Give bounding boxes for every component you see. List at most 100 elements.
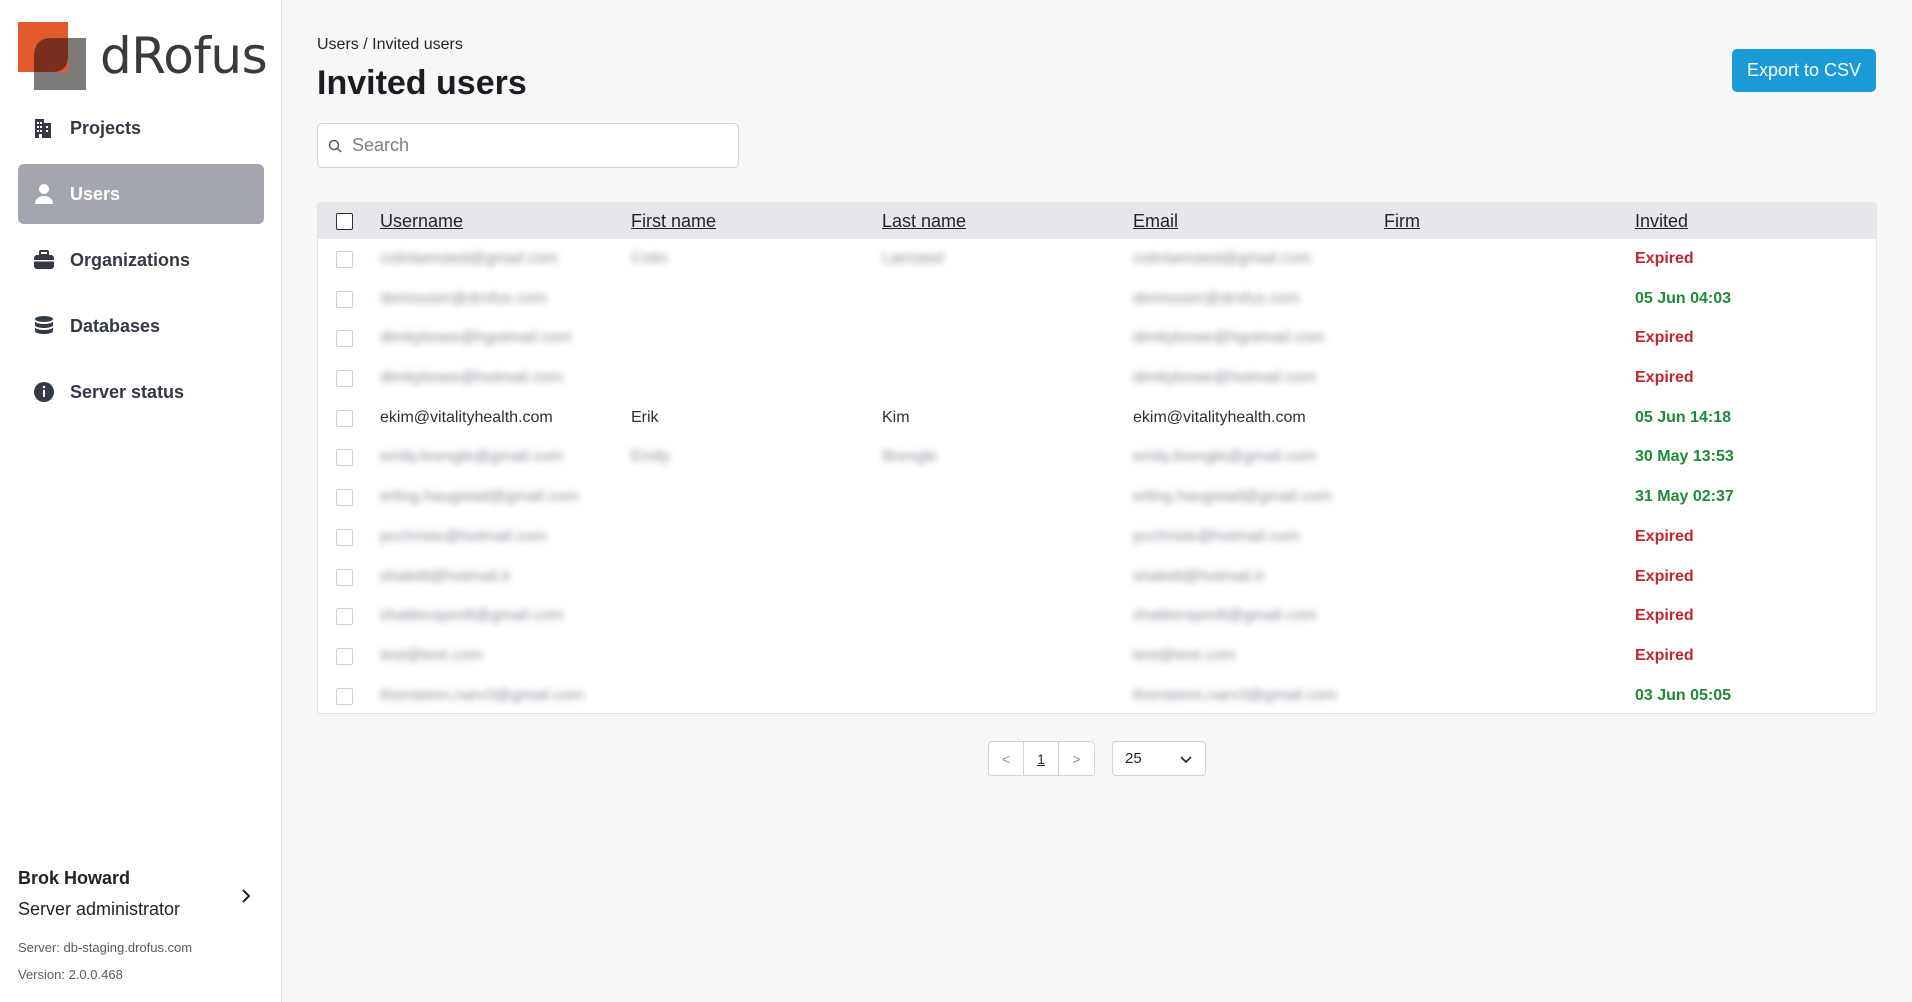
cell-username: test@test.com [380,646,483,664]
select-all-checkbox[interactable] [336,213,353,230]
user-name: Brok Howard [18,868,131,888]
cell-email: colinlamsted@gmail.com [1133,250,1312,267]
row-checkbox[interactable] [336,251,353,268]
sidebar-item-organizations[interactable]: Organizations [18,230,264,290]
cell-invited: 05 Jun 04:03 [1635,289,1732,307]
cell-email: dimitybowe@hotmail.com [1133,369,1316,387]
sidebar-item-users[interactable]: Users [18,164,264,224]
cell-email: dimitybowe@hgotmail.com [1133,329,1325,347]
prev-page-button[interactable]: < [989,742,1024,775]
info-icon [32,380,56,404]
cell-email: thorsteinn.narv3@gmail.com [1133,686,1337,704]
row-checkbox[interactable] [336,528,353,546]
cell-last-name: Brengle [882,448,938,466]
cell-invited: Expired [1635,646,1694,664]
search-box [317,123,739,168]
row-checkbox[interactable] [336,290,353,308]
row-checkbox[interactable] [336,370,353,388]
page-number-button[interactable]: 1 [1024,742,1059,775]
sidebar-item-databases[interactable]: Databases [18,296,264,356]
cell-email: demouser@drofus.com [1133,289,1300,307]
cell-username: emily.brengle@gmail.com [380,448,564,466]
cell-username: dimitybowe@hotmail.com [380,369,563,387]
export-csv-button[interactable]: Export to CSV [1732,49,1876,92]
cell-invited: 03 Jun 05:05 [1635,686,1732,704]
sidebar-item-label: Organizations [70,249,191,270]
table-body: colinlamsted@gmail.com Colin Lamsted colinl… [318,239,1876,713]
cell-invited: Expired [1635,250,1694,267]
row-checkbox[interactable] [336,687,353,705]
briefcase-icon [32,248,56,272]
sidebar-item-label: Users [70,183,121,204]
cell-invited: 05 Jun 14:18 [1635,408,1732,426]
table-row[interactable]: shaleitl@hotmail.it shaleitl@hotmail.it Ex… [318,557,1876,597]
page-size-select[interactable]: 25 [1112,741,1206,776]
table-row[interactable]: test@test.com test@test.com Expired [318,636,1876,676]
table-row[interactable]: ekim@vitalityhealth.com Erik Kim ekim@vital… [318,398,1876,438]
drofus-logo[interactable]: dRofus [18,22,268,90]
cell-username: thorsteinn.narv3@gmail.com [380,686,584,704]
cell-first-name: Emily [631,448,671,466]
table-row[interactable]: shaliterayesft@gmail.com shaliterayesft@g… [318,596,1876,636]
server-info: Server: db-staging.drofus.com [18,940,193,955]
cell-email: ekim@vitalityhealth.com [1133,408,1306,426]
sidebar-item-projects[interactable]: Projects [18,98,264,158]
cell-username: shaleitl@hotmail.it [380,567,511,585]
cell-invited: Expired [1635,369,1694,387]
row-checkbox[interactable] [336,449,353,467]
cell-username: shaliterayesft@gmail.com [380,607,564,625]
next-page-button[interactable]: > [1059,742,1094,775]
cell-first-name: Colin [631,250,668,267]
table-row[interactable]: colinlamsted@gmail.com Colin Lamsted colinl… [318,239,1876,279]
chevron-right-icon[interactable] [236,886,256,906]
cell-email: erling.haugstad@gmail.com [1133,488,1332,506]
table-row[interactable]: demouser@drofus.com demouser@drofus.com 05… [318,279,1876,319]
column-header-last-name[interactable]: Last name [882,211,966,232]
building-icon [32,116,56,140]
cell-email: emily.brengle@gmail.com [1133,448,1317,466]
column-header-firm[interactable]: Firm [1384,211,1420,232]
current-user-menu[interactable]: Brok Howard Server administrator [18,868,264,920]
table-row[interactable]: pcchriste@hotmail.com pcchriste@hotmail.c… [318,517,1876,557]
cell-invited: Expired [1635,329,1694,347]
user-role: Server administrator [18,899,181,919]
sidebar-item-label: Server status [70,381,185,402]
cell-email: shaleitl@hotmail.it [1133,567,1264,585]
row-checkbox[interactable] [336,647,353,665]
cell-username: ekim@vitalityhealth.com [380,408,553,426]
row-checkbox[interactable] [336,330,353,348]
cell-invited: Expired [1635,567,1694,585]
search-input[interactable] [352,135,722,156]
table-row[interactable]: dimitybowe@hgotmail.com dimitybowe@hgotma… [318,318,1876,358]
cell-email: shaliterayesft@gmail.com [1133,607,1317,625]
logo-mark-icon [18,22,86,90]
column-header-first-name[interactable]: First name [631,211,716,232]
page-title: Invited users [317,64,527,102]
cell-email: test@test.com [1133,646,1236,664]
column-header-invited[interactable]: Invited [1635,211,1688,232]
sidebar-item-server-status[interactable]: Server status [18,362,264,422]
table-row[interactable]: dimitybowe@hotmail.com dimitybowe@hotmail… [318,358,1876,398]
table-row[interactable]: erling.haugstad@gmail.com erling.haugstad… [318,477,1876,517]
cell-username: pcchriste@hotmail.com [380,527,547,545]
pagination: < 1 > [988,741,1095,776]
cell-username: demouser@drofus.com [380,289,547,307]
row-checkbox[interactable] [336,409,353,427]
row-checkbox[interactable] [336,608,353,626]
sidebar: dRofus Projects Users Organizations Data… [0,0,282,1002]
row-checkbox[interactable] [336,489,353,507]
cell-invited: Expired [1635,527,1694,545]
column-header-username[interactable]: Username [380,211,463,232]
breadcrumb: Users / Invited users [317,36,463,53]
cell-invited: 30 May 13:53 [1635,448,1734,466]
table-row[interactable]: emily.brengle@gmail.com Emily Brengle emily… [318,437,1876,477]
table-row[interactable]: thorsteinn.narv3@gmail.com thorsteinn.nar… [318,676,1876,713]
database-icon [32,314,56,338]
cell-username: erling.haugstad@gmail.com [380,488,579,506]
version-info: Version: 2.0.0.468 [18,967,123,982]
cell-invited: 31 May 02:37 [1635,488,1734,506]
column-header-email[interactable]: Email [1133,211,1178,232]
row-checkbox[interactable] [336,568,353,586]
user-icon [32,182,56,206]
sidebar-item-label: Projects [70,117,142,138]
